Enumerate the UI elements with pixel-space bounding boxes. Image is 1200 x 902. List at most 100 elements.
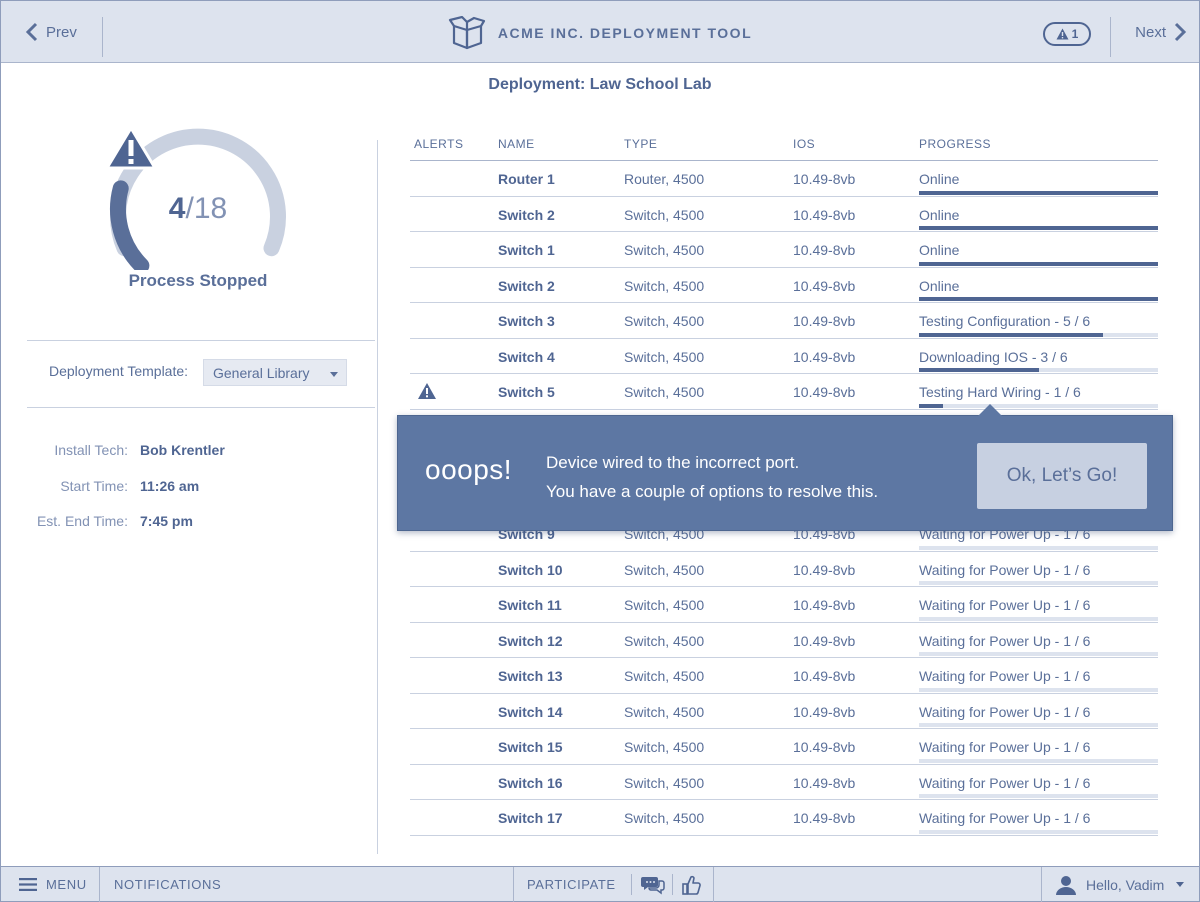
row-ios: 10.49-8vb xyxy=(793,703,856,720)
row-progress: Online xyxy=(919,277,960,294)
table-row[interactable]: Switch 10 Switch, 4500 10.49-8vb Waiting fo… xyxy=(410,552,1158,587)
table-row[interactable]: Switch 2 Switch, 4500 10.49-8vb Online xyxy=(410,268,1158,303)
row-name: Switch 4 xyxy=(498,348,555,365)
popover-pointer xyxy=(978,404,1002,416)
gauge-count: 4/18 xyxy=(100,192,296,226)
warning-icon[interactable] xyxy=(417,382,437,403)
info-label: Start Time: xyxy=(60,478,128,494)
row-type: Switch, 4500 xyxy=(624,739,705,755)
row-progress: Online xyxy=(919,171,960,187)
table-row[interactable]: Switch 2 Switch, 4500 10.49-8vb Online xyxy=(410,197,1158,232)
caret-down-icon xyxy=(1176,882,1185,887)
error-popover: ooops! Device wired to the incorrect por… xyxy=(397,404,1173,531)
row-name: Switch 2 xyxy=(498,277,555,294)
progress-bar xyxy=(919,261,1158,266)
completed-count: 4 xyxy=(168,192,186,225)
next-label: Next xyxy=(1135,23,1166,41)
like-button[interactable] xyxy=(682,867,702,902)
footer-divider xyxy=(672,874,673,895)
row-ios: 10.49-8vb xyxy=(793,561,856,578)
row-ios: 10.49-8vb xyxy=(793,597,856,613)
row-name: Switch 2 xyxy=(498,206,555,223)
alert-count-badge[interactable]: 1 xyxy=(1043,22,1091,46)
table-row[interactable]: Switch 3 Switch, 4500 10.49-8vb Testing Con… xyxy=(410,303,1158,339)
row-name: Router 1 xyxy=(498,171,555,187)
info-value: Bob Krentler xyxy=(140,442,225,458)
user-icon xyxy=(1056,875,1076,895)
row-progress: Waiting for Power Up - 1 / 6 xyxy=(919,703,1091,720)
table-row[interactable]: Switch 12 Switch, 4500 10.49-8vb Waiting fo… xyxy=(410,623,1158,658)
caret-down-icon xyxy=(330,372,338,377)
progress-bar xyxy=(919,687,1158,692)
table-row[interactable]: Switch 15 Switch, 4500 10.49-8vb Waiting fo… xyxy=(410,729,1158,765)
footer-divider xyxy=(1041,867,1042,902)
table-row[interactable]: Switch 11 Switch, 4500 10.49-8vb Waiting fo… xyxy=(410,587,1158,623)
progress-bar xyxy=(919,723,1158,727)
row-name: Switch 14 xyxy=(498,703,563,720)
popover-message-line: You have a couple of options to resolve … xyxy=(546,482,879,501)
warning-icon xyxy=(1056,28,1069,40)
alert-count: 1 xyxy=(1071,27,1079,41)
row-type: Switch, 4500 xyxy=(624,668,705,684)
table-row[interactable]: Router 1 Router, 4500 10.49-8vb Online xyxy=(410,161,1158,197)
row-name: Switch 5 xyxy=(498,384,555,400)
column-header-name: NAME xyxy=(498,137,535,151)
progress-bar-fill xyxy=(919,332,1104,337)
template-select[interactable]: General Library xyxy=(203,359,347,386)
footer-divider xyxy=(713,867,714,902)
app-title: ACME INC. DEPLOYMENT TOOL xyxy=(497,25,753,41)
bottom-bar: MENU NOTIFICATIONS PARTICIPATE Hello, Va… xyxy=(1,866,1199,902)
template-value: General Library xyxy=(213,365,310,381)
thumbs-up-icon xyxy=(682,875,701,895)
top-bar: Prev ACME INC. DEPLOYMENT TOOL 1 Next xyxy=(1,1,1199,63)
table-row[interactable]: Switch 13 Switch, 4500 10.49-8vb Waiting fo… xyxy=(410,658,1158,694)
participate-button[interactable]: PARTICIPATE xyxy=(527,867,616,902)
row-name: Switch 11 xyxy=(498,597,562,613)
progress-bar xyxy=(919,368,1158,372)
popover-message-line: Device wired to the incorrect port. xyxy=(546,453,800,472)
user-menu[interactable]: Hello, Vadim xyxy=(1056,867,1185,902)
notifications-button[interactable]: NOTIFICATIONS xyxy=(114,867,221,902)
table-row[interactable]: Switch 5 Switch, 4500 10.49-8vb Testing Har… xyxy=(410,374,1158,410)
table-row[interactable]: Switch 4 Switch, 4500 10.49-8vb Downloading… xyxy=(410,339,1158,374)
column-header-progress: PROGRESS xyxy=(919,137,992,151)
chevron-right-icon xyxy=(1174,22,1187,42)
progress-bar xyxy=(919,794,1158,798)
row-name: Switch 13 xyxy=(498,668,563,684)
chat-button[interactable] xyxy=(641,867,665,902)
row-ios: 10.49-8vb xyxy=(793,348,856,365)
footer-divider xyxy=(99,867,100,902)
row-ios: 10.49-8vb xyxy=(793,384,856,400)
confirm-button[interactable]: Ok, Let’s Go! xyxy=(977,443,1147,509)
table-row[interactable]: Switch 17 Switch, 4500 10.49-8vb Waiting fo… xyxy=(410,800,1158,836)
progress-bar-fill xyxy=(919,403,943,408)
row-progress: Downloading IOS - 3 / 6 xyxy=(919,348,1068,365)
row-type: Switch, 4500 xyxy=(624,313,705,329)
row-progress: Waiting for Power Up - 1 / 6 xyxy=(919,632,1091,649)
progress-bar xyxy=(919,829,1158,834)
row-ios: 10.49-8vb xyxy=(793,739,856,755)
progress-bar xyxy=(919,758,1158,763)
table-row[interactable]: Switch 1 Switch, 4500 10.49-8vb Online xyxy=(410,232,1158,268)
row-ios: 10.49-8vb xyxy=(793,668,856,684)
panel-divider xyxy=(377,140,378,854)
table-row[interactable]: Switch 14 Switch, 4500 10.49-8vb Waiting fo… xyxy=(410,694,1158,729)
process-status: Process Stopped xyxy=(128,271,268,290)
row-ios: 10.49-8vb xyxy=(793,774,856,791)
row-progress: Waiting for Power Up - 1 / 6 xyxy=(919,668,1091,684)
section-divider xyxy=(27,340,375,341)
row-ios: 10.49-8vb xyxy=(793,242,856,258)
progress-bar-fill xyxy=(919,368,1039,372)
hamburger-icon xyxy=(19,878,37,891)
chat-bubbles-icon xyxy=(641,876,665,894)
next-button[interactable]: Next xyxy=(1135,1,1187,63)
menu-button[interactable]: MENU xyxy=(19,867,87,902)
row-type: Switch, 4500 xyxy=(624,597,705,613)
progress-bar xyxy=(919,297,1158,301)
info-label: Est. End Time: xyxy=(36,513,128,529)
column-header-type: TYPE xyxy=(624,137,658,151)
table-row[interactable]: Switch 16 Switch, 4500 10.49-8vb Waiting fo… xyxy=(410,765,1158,800)
row-name: Switch 3 xyxy=(498,313,555,329)
box-logo-icon xyxy=(448,16,485,50)
info-label: Install Tech: xyxy=(54,442,128,458)
